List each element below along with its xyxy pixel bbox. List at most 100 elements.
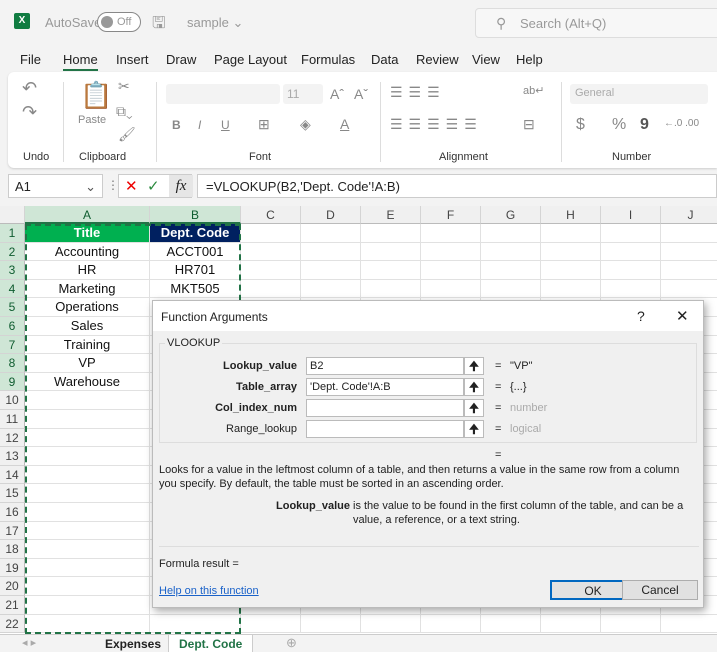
- merge-center-icon[interactable]: ⊟: [523, 116, 535, 133]
- cell-A2[interactable]: Accounting: [25, 242, 150, 262]
- row-header-4[interactable]: 4: [0, 279, 25, 299]
- cell-E4[interactable]: [361, 279, 421, 299]
- cell-E22[interactable]: [361, 614, 421, 634]
- cell-B3[interactable]: HR701: [150, 261, 241, 280]
- row-header-17[interactable]: 17: [0, 521, 25, 541]
- cell-F22[interactable]: [421, 614, 481, 634]
- help-icon[interactable]: ?: [637, 308, 645, 324]
- row-header-2[interactable]: 2: [0, 242, 25, 262]
- collapse-dialog-icon[interactable]: 🠉: [464, 420, 484, 438]
- add-sheet-icon[interactable]: ⊕: [286, 635, 297, 651]
- select-all[interactable]: [0, 206, 25, 224]
- cell-H1[interactable]: [541, 224, 601, 243]
- arg-input[interactable]: [306, 399, 464, 417]
- row-header-19[interactable]: 19: [0, 558, 25, 578]
- cell-A13[interactable]: [25, 447, 150, 466]
- column-header-A[interactable]: A: [25, 206, 150, 224]
- cell-A22[interactable]: [25, 614, 150, 634]
- cancel-icon[interactable]: ✕: [125, 177, 138, 195]
- cell-A17[interactable]: [25, 521, 150, 541]
- format-painter-icon[interactable]: 🖌: [118, 126, 136, 143]
- font-color-icon[interactable]: A: [340, 116, 349, 132]
- cell-B22[interactable]: [150, 614, 241, 634]
- tab-help[interactable]: Help: [516, 52, 543, 67]
- cell-A15[interactable]: [25, 484, 150, 503]
- row-header-1[interactable]: 1: [0, 224, 25, 243]
- cell-A3[interactable]: HR: [25, 261, 150, 280]
- bold-button[interactable]: B: [172, 118, 181, 132]
- cell-A5[interactable]: Operations: [25, 298, 150, 317]
- cell-I22[interactable]: [601, 614, 661, 634]
- cell-G4[interactable]: [481, 279, 541, 299]
- borders-icon[interactable]: ⊞: [258, 116, 270, 133]
- cell-D1[interactable]: [301, 224, 361, 243]
- cell-A8[interactable]: VP: [25, 354, 150, 373]
- collapse-dialog-icon[interactable]: 🠉: [464, 399, 484, 417]
- row-header-15[interactable]: 15: [0, 484, 25, 503]
- cell-D2[interactable]: [301, 242, 361, 262]
- cell-C1[interactable]: [241, 224, 301, 243]
- cell-A21[interactable]: [25, 596, 150, 615]
- tab-file[interactable]: File: [20, 52, 41, 67]
- cell-B2[interactable]: ACCT001: [150, 242, 241, 262]
- paste-icon[interactable]: 📋: [80, 80, 112, 111]
- row-header-20[interactable]: 20: [0, 577, 25, 596]
- cell-A6[interactable]: Sales: [25, 317, 150, 336]
- cell-A11[interactable]: [25, 410, 150, 429]
- row-header-12[interactable]: 12: [0, 428, 25, 448]
- filename[interactable]: sample ⌄: [187, 15, 243, 31]
- cell-A14[interactable]: [25, 465, 150, 485]
- cell-D3[interactable]: [301, 261, 361, 280]
- cell-J22[interactable]: [661, 615, 717, 634]
- row-header-5[interactable]: 5: [0, 298, 25, 317]
- fill-color-icon[interactable]: ◈: [300, 116, 311, 133]
- cell-J1[interactable]: [661, 224, 717, 243]
- number-format-select[interactable]: General: [570, 84, 708, 104]
- name-box[interactable]: A1 ⌄: [8, 174, 103, 198]
- arg-input[interactable]: B2: [306, 357, 464, 375]
- column-header-E[interactable]: E: [361, 206, 421, 224]
- horizontal-align-icons[interactable]: ☰☰☰☰☰: [390, 116, 483, 133]
- cell-H4[interactable]: [541, 279, 601, 299]
- column-header-D[interactable]: D: [301, 206, 361, 224]
- cell-A16[interactable]: [25, 503, 150, 522]
- search-box[interactable]: ⚲ Search (Alt+Q): [475, 8, 717, 38]
- row-header-6[interactable]: 6: [0, 317, 25, 336]
- tab-formulas[interactable]: Formulas: [301, 52, 355, 67]
- cell-A9[interactable]: Warehouse: [25, 372, 150, 392]
- cell-G1[interactable]: [481, 224, 541, 243]
- row-header-8[interactable]: 8: [0, 354, 25, 373]
- save-icon[interactable]: 🖫: [152, 12, 166, 39]
- row-header-14[interactable]: 14: [0, 465, 25, 485]
- arg-input[interactable]: [306, 420, 464, 438]
- cell-D4[interactable]: [301, 279, 361, 299]
- cell-A18[interactable]: [25, 540, 150, 559]
- row-header-13[interactable]: 13: [0, 447, 25, 466]
- row-header-10[interactable]: 10: [0, 391, 25, 410]
- cell-B1[interactable]: Dept. Code: [150, 224, 241, 243]
- italic-button[interactable]: I: [198, 118, 201, 132]
- close-icon[interactable]: ✕: [676, 307, 689, 325]
- cell-A10[interactable]: [25, 391, 150, 410]
- wrap-text-icon[interactable]: ab↵: [523, 84, 544, 97]
- cell-E3[interactable]: [361, 261, 421, 280]
- tab-review[interactable]: Review: [416, 52, 459, 67]
- undo-icon[interactable]: ↶: [22, 78, 37, 99]
- cell-G22[interactable]: [481, 614, 541, 634]
- cell-J2[interactable]: [661, 243, 717, 262]
- paste-label[interactable]: Paste: [78, 114, 106, 126]
- cell-H22[interactable]: [541, 614, 601, 634]
- cell-G3[interactable]: [481, 261, 541, 280]
- font-name-select[interactable]: [166, 84, 280, 104]
- column-header-G[interactable]: G: [481, 206, 541, 224]
- cell-H2[interactable]: [541, 242, 601, 262]
- autosave-toggle[interactable]: Off: [97, 12, 141, 32]
- tab-page-layout[interactable]: Page Layout: [214, 52, 287, 67]
- cell-A19[interactable]: [25, 558, 150, 578]
- cell-F2[interactable]: [421, 242, 481, 262]
- cell-J3[interactable]: [661, 261, 717, 280]
- tab-insert[interactable]: Insert: [116, 52, 149, 67]
- column-header-I[interactable]: I: [601, 206, 661, 224]
- decimal-icons[interactable]: ←.0 .00: [664, 118, 699, 129]
- cell-F4[interactable]: [421, 279, 481, 299]
